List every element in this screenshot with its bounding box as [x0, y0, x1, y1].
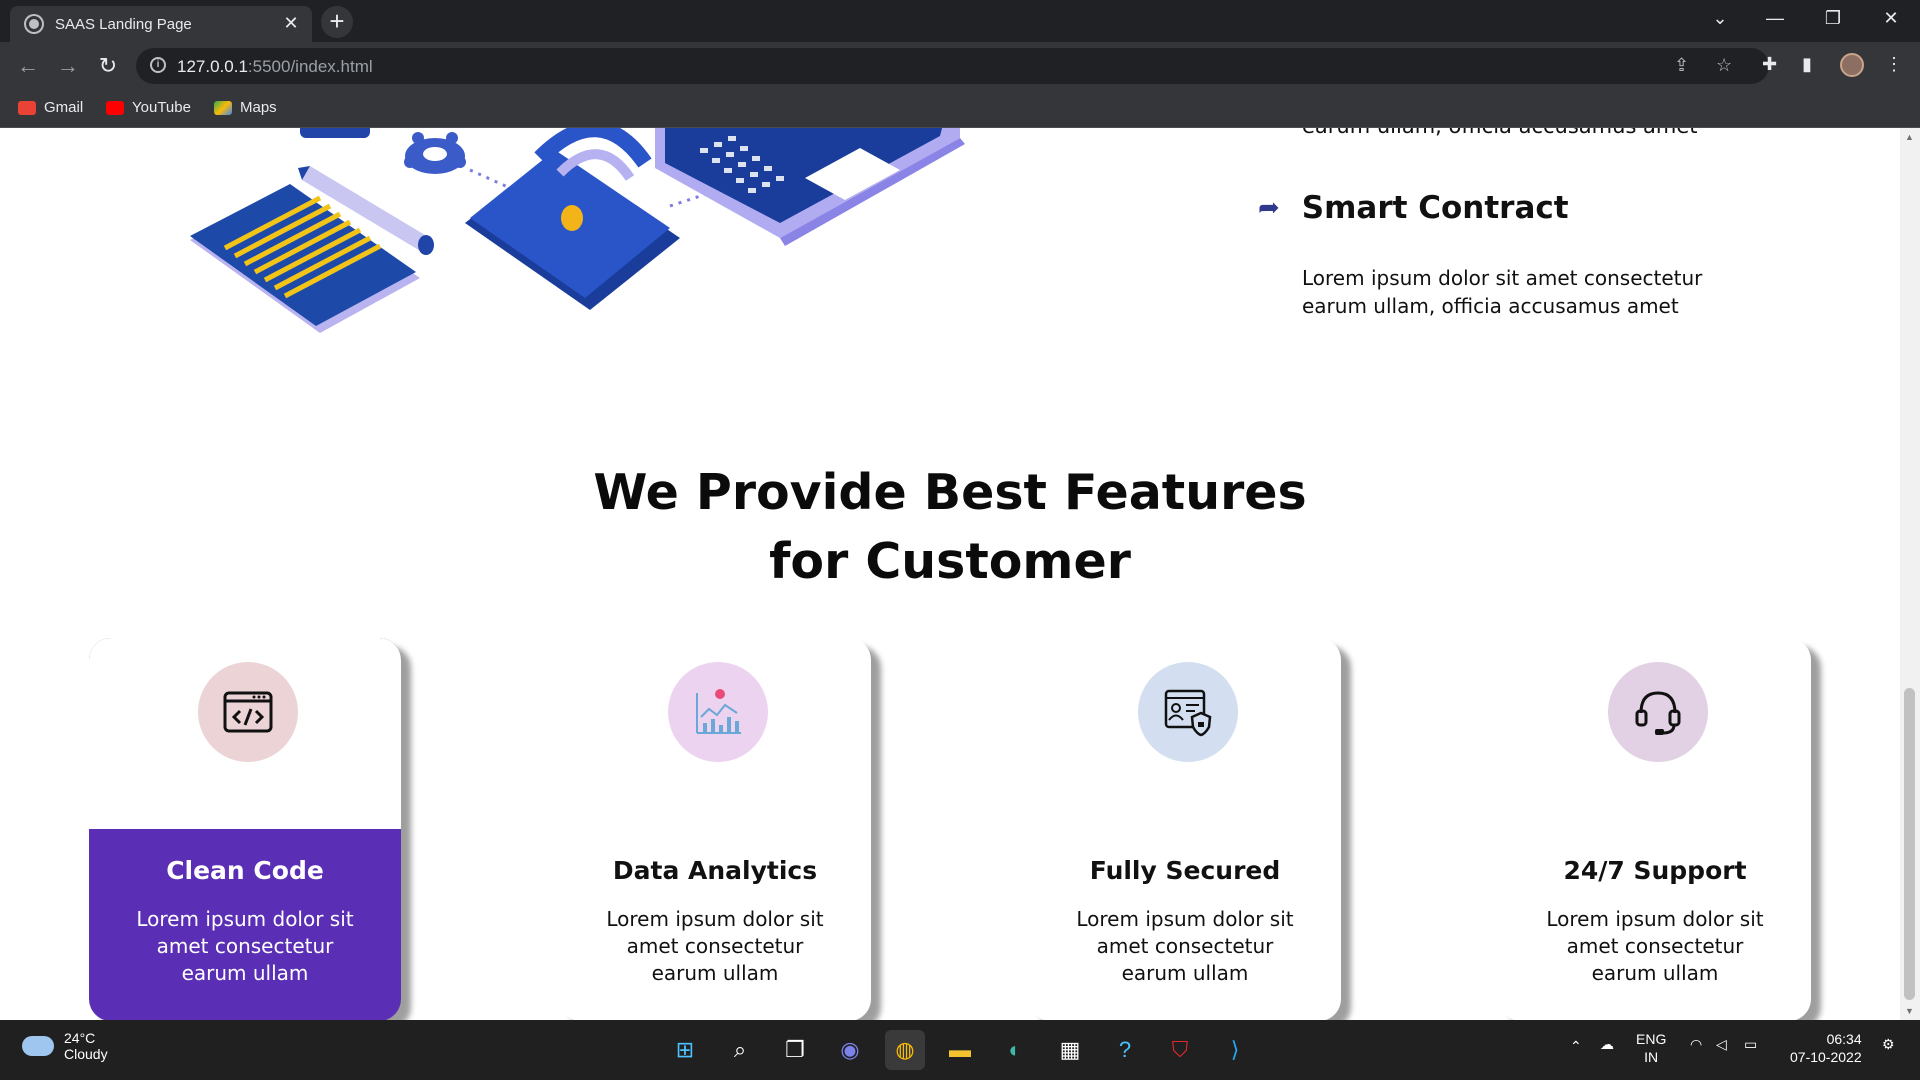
weather-desc: Cloudy — [64, 1046, 108, 1062]
bookmark-star-icon[interactable]: ☆ — [1716, 55, 1732, 76]
scroll-down-icon[interactable]: ▼ — [1905, 1006, 1914, 1016]
vscode-icon[interactable]: ⟩ — [1215, 1030, 1255, 1070]
card-title: 24/7 Support — [1563, 856, 1747, 885]
page-scrollbar[interactable]: ▲ ▼ — [1900, 128, 1920, 1020]
volume-icon[interactable]: ◁ — [1716, 1036, 1727, 1053]
start-icon[interactable]: ⊞ — [665, 1030, 705, 1070]
gear-icon — [300, 128, 466, 174]
restore-button[interactable]: ❐ — [1818, 8, 1848, 29]
battery-icon[interactable]: ▭ — [1744, 1036, 1757, 1053]
weather-temp: 24°C — [64, 1030, 96, 1046]
address-bar[interactable]: i 127.0.0.1:5500/index.html ⇪ ☆ — [136, 48, 1769, 84]
card-text: Lorem ipsum dolor sit amet consectetur e… — [1076, 907, 1294, 985]
notifications-icon[interactable]: ⚙ — [1882, 1036, 1895, 1053]
help-icon[interactable]: ? — [1105, 1030, 1145, 1070]
card-text: Lorem ipsum dolor sit amet consectetur e… — [136, 907, 354, 985]
menu-icon[interactable]: ⋮ — [1885, 54, 1903, 75]
gmail-icon — [18, 100, 36, 115]
card-title: Fully Secured — [1089, 856, 1281, 885]
browser-tab-bar: SAAS Landing Page ✕ + ⌄ — ❐ ✕ — [0, 0, 1920, 42]
feature-title: Smart Contract — [1301, 190, 1569, 226]
document-icon — [190, 184, 420, 333]
headset-icon — [1635, 691, 1681, 735]
weather-widget[interactable]: 24°C Cloudy — [22, 1030, 108, 1062]
globe-icon — [26, 16, 42, 32]
url-text: 127.0.0.1:5500/index.html — [177, 57, 373, 76]
edge-icon[interactable]: ◐ — [995, 1030, 1035, 1070]
teams-chat-icon[interactable]: ◉ — [830, 1030, 870, 1070]
security-shield-icon — [1164, 689, 1212, 737]
tab-search-chevron-icon[interactable]: ⌄ — [1705, 8, 1735, 29]
feature-card-clean-code[interactable]: Clean Code Lorem ipsum dolor sit amet co… — [89, 638, 401, 1020]
isometric-tech-illustration — [190, 128, 965, 333]
analytics-chart-icon — [696, 689, 741, 734]
bookmark-maps[interactable]: Maps — [214, 99, 277, 116]
browser-toolbar: ← → ↻ i 127.0.0.1:5500/index.html ⇪ ☆ ✚ … — [0, 42, 1920, 90]
browser-tab[interactable]: SAAS Landing Page ✕ — [10, 6, 312, 42]
new-tab-button[interactable]: + — [321, 6, 353, 38]
code-window-icon — [223, 691, 273, 733]
side-panel-icon[interactable]: ▮ — [1802, 54, 1812, 75]
share-arrow-icon: ➦ — [1258, 193, 1280, 223]
card-text: Lorem ipsum dolor sit amet consectetur e… — [606, 907, 824, 985]
tab-title: SAAS Landing Page — [55, 16, 192, 33]
onedrive-icon[interactable]: ☁ — [1600, 1036, 1614, 1053]
bookmarks-bar: Gmail YouTube Maps — [0, 90, 1920, 128]
bookmark-youtube[interactable]: YouTube — [106, 99, 191, 116]
language-indicator[interactable]: ENG IN — [1636, 1030, 1666, 1066]
wifi-icon[interactable]: ◠ — [1690, 1036, 1702, 1053]
store-icon[interactable]: ▦ — [1050, 1030, 1090, 1070]
tray-chevron-icon[interactable]: ⌃ — [1570, 1038, 1582, 1055]
card-icon-circle — [1138, 662, 1238, 762]
card-title: Clean Code — [166, 856, 324, 885]
feature-card-support[interactable]: 24/7 Support Lorem ipsum dolor sit amet … — [1499, 638, 1811, 1020]
chrome-icon[interactable]: ◍ — [885, 1030, 925, 1070]
bookmark-gmail[interactable]: Gmail — [18, 99, 83, 116]
feature-card-data-analytics[interactable]: Data Analytics Lorem ipsum dolor sit ame… — [559, 638, 871, 1020]
page-viewport: earum ullam, officia accusamus amet ➦ Sm… — [0, 128, 1900, 1020]
clock[interactable]: 06:34 07-10-2022 — [1790, 1030, 1862, 1066]
card-icon-circle — [198, 662, 298, 762]
maps-icon — [214, 100, 232, 115]
extensions-icon[interactable]: ✚ — [1762, 54, 1777, 75]
card-title: Data Analytics — [612, 856, 818, 885]
search-icon[interactable]: ⌕ — [720, 1030, 760, 1070]
minimize-button[interactable]: — — [1760, 8, 1790, 29]
back-button[interactable]: ← — [12, 50, 44, 82]
youtube-icon — [106, 100, 124, 115]
scrollbar-thumb[interactable] — [1904, 688, 1915, 1000]
close-window-button[interactable]: ✕ — [1876, 8, 1906, 29]
mcafee-icon[interactable]: ⛉ — [1160, 1030, 1200, 1070]
card-text: Lorem ipsum dolor sit amet consectetur e… — [1546, 907, 1764, 985]
forward-button[interactable]: → — [52, 50, 84, 82]
section-title: We Provide Best Features for Customer — [593, 464, 1307, 590]
laptop-icon — [655, 128, 965, 246]
feature-text-prev: earum ullam, officia accusamus amet — [1302, 128, 1698, 138]
card-icon-circle — [668, 662, 768, 762]
feature-description: Lorem ipsum dolor sit amet consectetur e… — [1302, 266, 1703, 318]
smartphone-icon — [465, 128, 680, 310]
scroll-up-icon[interactable]: ▲ — [1905, 132, 1914, 142]
site-info-icon[interactable]: i — [150, 57, 166, 73]
windows-taskbar: 24°C Cloudy ⊞ ⌕ ❐ ◉ ◍ ▬ ◐ ▦ ? ⛉ ⟩ ⌃ ☁ EN… — [0, 1020, 1920, 1080]
tab-close-icon[interactable]: ✕ — [280, 12, 302, 34]
task-view-icon[interactable]: ❐ — [775, 1030, 815, 1070]
file-explorer-icon[interactable]: ▬ — [940, 1030, 980, 1070]
cloud-icon — [22, 1036, 54, 1056]
share-icon[interactable]: ⇪ — [1674, 55, 1689, 76]
feature-smart-contract: ➦ Smart Contract — [1258, 190, 1569, 226]
card-icon-circle — [1608, 662, 1708, 762]
reload-button[interactable]: ↻ — [92, 50, 124, 82]
feature-card-fully-secured[interactable]: Fully Secured Lorem ipsum dolor sit amet… — [1029, 638, 1341, 1020]
profile-avatar[interactable] — [1840, 53, 1864, 77]
